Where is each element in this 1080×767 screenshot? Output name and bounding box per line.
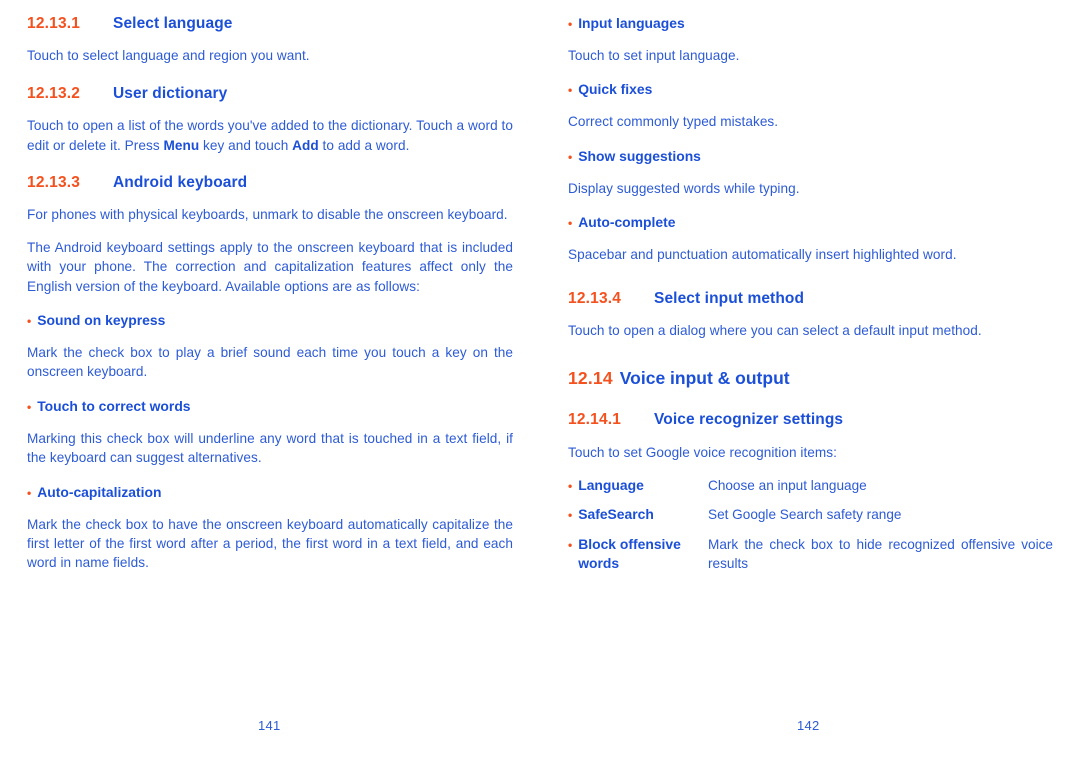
paragraph-touch-to-correct-words: Marking this check box will underline an… bbox=[27, 430, 513, 466]
heading-voice-recognizer-settings: 12.14.1 Voice recognizer settings bbox=[568, 410, 1053, 429]
section-number: 12.14 bbox=[568, 368, 613, 389]
paragraph-select-language: Touch to select language and region you … bbox=[27, 48, 310, 64]
paragraph-input-languages: Touch to set input language. bbox=[568, 48, 740, 63]
bullet-heading-input-languages: • Input languages bbox=[568, 14, 1053, 33]
heading-user-dictionary: 12.13.2 User dictionary bbox=[27, 84, 513, 103]
page-number-right: 142 bbox=[797, 718, 820, 733]
bullet-label: Touch to correct words bbox=[37, 397, 191, 414]
paragraph-android-keyboard-2: The Android keyboard settings apply to t… bbox=[27, 239, 513, 294]
heading-voice-input-output: 12.14 Voice input & output bbox=[568, 368, 1053, 390]
paragraph-auto-capitalization: Mark the check box to have the onscreen … bbox=[27, 516, 513, 571]
section-title: User dictionary bbox=[113, 84, 228, 102]
paragraph-user-dictionary: Touch to open a list of the words you've… bbox=[27, 116, 513, 155]
paragraph-select-input-method: Touch to open a dialog where you can sel… bbox=[568, 323, 982, 338]
bullet-dot-icon: • bbox=[27, 313, 32, 328]
bullet-heading-sound-on-keypress: • Sound on keypress bbox=[27, 311, 513, 330]
bullet-heading-touch-to-correct-words: • Touch to correct words bbox=[27, 397, 513, 416]
left-page-column: 12.13.1 Select language Touch to select … bbox=[0, 0, 540, 767]
bullet-heading-show-suggestions: • Show suggestions bbox=[568, 147, 1053, 166]
inline-bold-add: Add bbox=[292, 137, 319, 153]
inline-bold-menu: Menu bbox=[163, 137, 200, 153]
definition-row-language: • Language Choose an input language bbox=[568, 476, 1053, 495]
definition-label-text: Block offensive words bbox=[578, 535, 681, 572]
bullet-label: Quick fixes bbox=[578, 81, 653, 98]
heading-select-language: 12.13.1 Select language bbox=[27, 14, 513, 33]
section-title: Select input method bbox=[654, 289, 805, 307]
bullet-dot-icon: • bbox=[568, 537, 573, 552]
paragraph-show-suggestions: Display suggested words while typing. bbox=[568, 180, 800, 196]
page-number-left: 141 bbox=[258, 718, 281, 733]
bullet-dot-icon: • bbox=[568, 83, 573, 98]
definition-row-safesearch: • SafeSearch Set Google Search safety ra… bbox=[568, 505, 1053, 524]
heading-android-keyboard: 12.13.3 Android keyboard bbox=[27, 173, 513, 192]
paragraph-voice-recognizer-settings: Touch to set Google voice recognition it… bbox=[568, 444, 837, 460]
definition-description: Set Google Search safety range bbox=[708, 507, 902, 523]
heading-select-input-method: 12.13.4 Select input method bbox=[568, 289, 1053, 308]
bullet-dot-icon: • bbox=[568, 508, 573, 523]
definition-label-text: Language bbox=[578, 477, 644, 494]
paragraph-auto-complete: Spacebar and punctuation automatically i… bbox=[568, 247, 957, 263]
voice-settings-definition-list: • Language Choose an input language • Sa… bbox=[568, 476, 1053, 574]
bullet-dot-icon: • bbox=[568, 17, 573, 31]
definition-row-block-offensive-words: • Block offensive words Mark the check b… bbox=[568, 535, 1053, 574]
bullet-label: Sound on keypress bbox=[37, 311, 166, 328]
bullet-label: Show suggestions bbox=[578, 147, 701, 164]
paragraph-android-keyboard-1: For phones with physical keyboards, unma… bbox=[27, 207, 508, 223]
section-number: 12.13.1 bbox=[27, 15, 81, 32]
left-page-body: 12.13.1 Select language Touch to select … bbox=[27, 14, 513, 573]
bullet-heading-quick-fixes: • Quick fixes bbox=[568, 80, 1053, 99]
section-title: Android keyboard bbox=[113, 173, 248, 191]
document-spread: 12.13.1 Select language Touch to select … bbox=[0, 0, 1080, 767]
definition-label: • Language bbox=[568, 476, 708, 495]
right-page-column: • Input languages Touch to set input lan… bbox=[540, 0, 1080, 767]
bullet-heading-auto-complete: • Auto-complete bbox=[568, 213, 1053, 232]
paragraph-quick-fixes: Correct commonly typed mistakes. bbox=[568, 114, 779, 130]
paragraph-sound-on-keypress: Mark the check box to play a brief sound… bbox=[27, 344, 513, 380]
bullet-label: Auto-capitalization bbox=[37, 483, 162, 500]
section-title: Select language bbox=[113, 15, 233, 32]
section-number: 12.14.1 bbox=[568, 411, 622, 429]
bullet-label: Auto-complete bbox=[578, 214, 676, 231]
section-number: 12.13.4 bbox=[568, 289, 622, 307]
text-run: to add a word. bbox=[318, 137, 410, 153]
bullet-dot-icon: • bbox=[568, 216, 573, 231]
section-title: Voice recognizer settings bbox=[654, 411, 844, 429]
bullet-label: Input languages bbox=[578, 15, 685, 31]
text-run: key and touch bbox=[199, 137, 293, 153]
section-number: 12.13.3 bbox=[27, 173, 81, 191]
section-number: 12.13.2 bbox=[27, 84, 81, 102]
bullet-heading-auto-capitalization: • Auto-capitalization bbox=[27, 483, 513, 502]
bullet-dot-icon: • bbox=[568, 479, 573, 494]
definition-description: Mark the check box to hide recognized of… bbox=[708, 536, 1053, 572]
section-title: Voice input & output bbox=[619, 368, 790, 389]
right-page-body: • Input languages Touch to set input lan… bbox=[568, 14, 1053, 574]
bullet-dot-icon: • bbox=[568, 149, 573, 164]
bullet-dot-icon: • bbox=[27, 399, 32, 414]
definition-label: • Block offensive words bbox=[568, 535, 708, 574]
bullet-dot-icon: • bbox=[27, 485, 32, 500]
definition-description: Choose an input language bbox=[708, 478, 867, 494]
definition-label: • SafeSearch bbox=[568, 505, 708, 524]
definition-label-text: SafeSearch bbox=[578, 506, 654, 523]
